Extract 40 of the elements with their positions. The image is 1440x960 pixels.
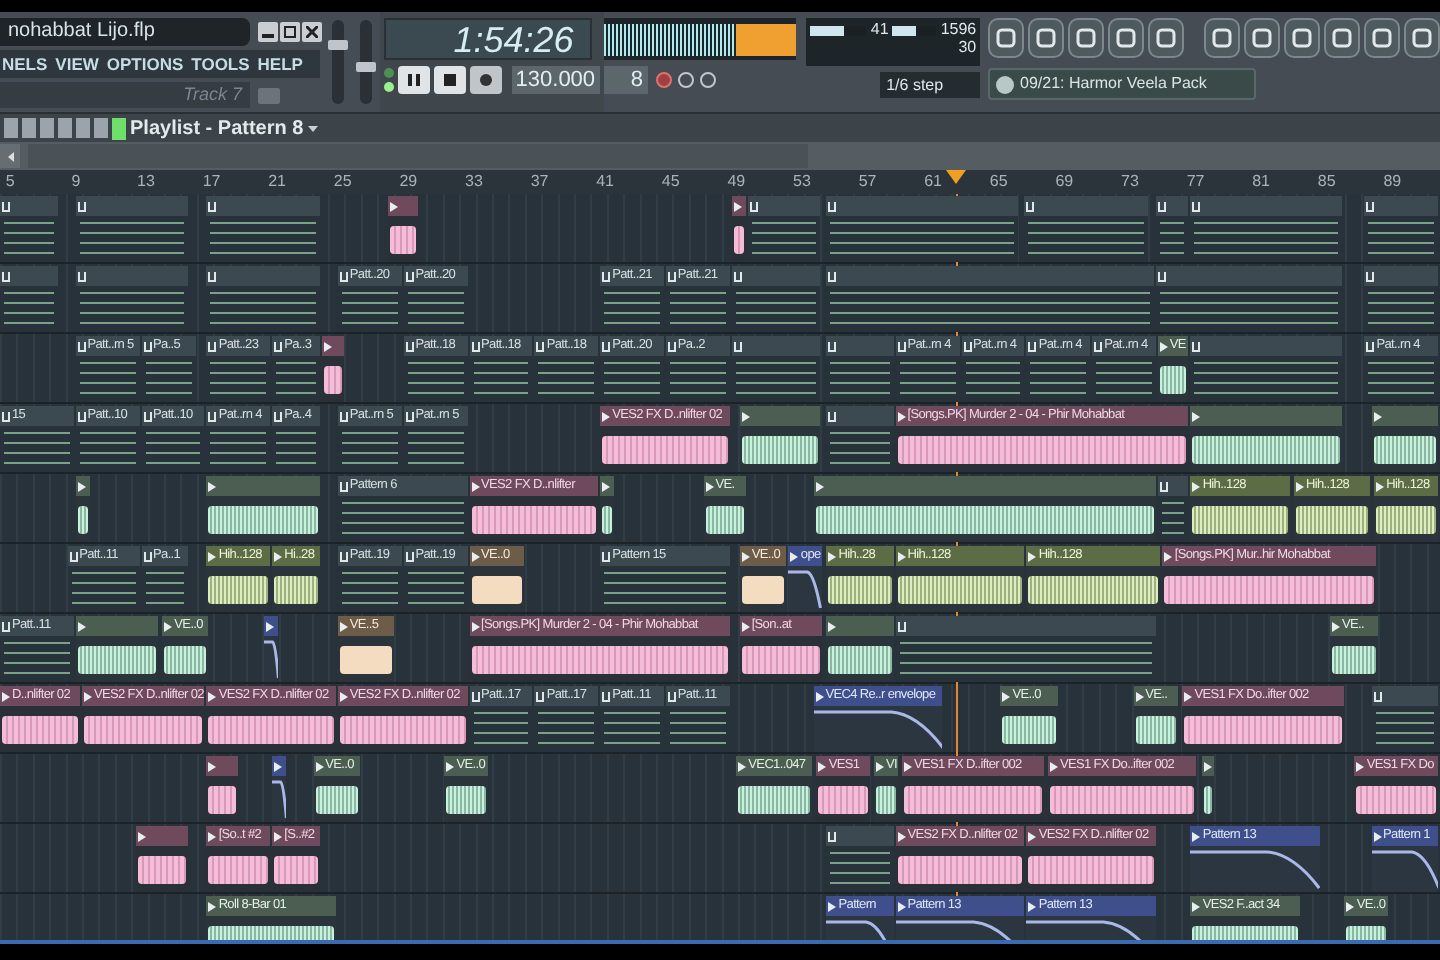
bar-number: 5 [5,170,15,194]
pattern-display: 8 [603,66,648,94]
bar-number: 21 [268,170,287,194]
bar-number: 9 [71,170,81,194]
menu-item[interactable]: OPTIONS [106,50,184,78]
bar-number: 29 [399,170,418,194]
bar-number: 41 [596,170,615,194]
menu-item[interactable]: TOOLS [191,50,250,78]
bar-number: 61 [924,170,943,194]
snap-selector[interactable]: 1/6 step [880,72,981,98]
menu-item[interactable]: HELP [257,50,303,78]
cpu-value: 41 [870,22,889,38]
bar-number: 89 [1383,170,1402,194]
bar-number: 81 [1252,170,1271,194]
menu-item[interactable]: NELS [2,50,48,78]
bar-number: 85 [1317,170,1336,194]
time-display: 1:54:26 [383,18,592,60]
bar-number: 53 [793,170,811,194]
bar-number: 77 [1186,170,1205,194]
bar-number: 57 [858,170,877,194]
bar-number: 65 [989,170,1008,194]
tempo-display: 130.000 [511,66,600,94]
bar-number: 13 [137,170,155,194]
hint-field: Track 7 [0,82,250,108]
project-title-field: nohabbat Lijo.flp [0,18,250,46]
playlist-title: Playlist - Pattern 8 [130,115,304,143]
bar-number: 45 [661,170,680,194]
bar-number: 37 [530,170,549,194]
bar-number: 17 [202,170,221,194]
bar-number: 33 [465,170,483,194]
bar-number: 25 [333,170,352,194]
browser-preset-text: 09/21: Harmor Veela Pack [1020,72,1207,96]
timeline-ruler[interactable]: 5 9 13 17 21 25 29 33 37 41 45 49 53 57 61 65 69 73 77 81 85 89 [0,170,1440,194]
bar-number: 69 [1055,170,1074,194]
browser-field[interactable]: 09/21: Harmor Veela Pack [988,68,1257,100]
polyphony-value: 30 [958,38,977,58]
memory-value: 1596 [940,22,977,38]
bar-number: 73 [1121,170,1139,194]
bar-number: 49 [727,170,746,194]
menu-item[interactable]: VIEW [55,50,99,78]
